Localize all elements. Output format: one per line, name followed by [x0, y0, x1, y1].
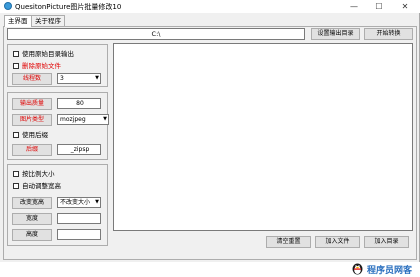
chevron-down-icon: ▼	[95, 199, 99, 205]
minimize-icon[interactable]: —	[343, 0, 365, 13]
use-original-dir-checkbox[interactable]	[13, 51, 19, 57]
file-list[interactable]	[113, 43, 413, 231]
set-output-dir-button[interactable]: 设置输出目录	[311, 28, 360, 40]
width-button[interactable]: 宽度	[12, 213, 52, 225]
height-input[interactable]	[57, 229, 101, 240]
suffix-input[interactable]: _zipsp	[57, 144, 101, 155]
change-wh-select[interactable]: 不改变大小 ▼	[57, 197, 101, 208]
auto-adjust-label: 自动调整宽高	[22, 182, 61, 190]
output-options-group: 使用原始目录输出 删除原始文件 线程数 3 ▼	[7, 44, 108, 87]
output-quality-button[interactable]: 输出质量	[12, 98, 52, 110]
maximize-icon[interactable]: ☐	[368, 0, 390, 13]
use-suffix-label: 使用后缀	[22, 131, 48, 139]
image-type-select[interactable]: mozjpeg ▼	[57, 114, 109, 125]
watermark-text: 程序员网客	[367, 266, 413, 276]
penguin-icon	[352, 263, 363, 275]
quality-options-group: 输出质量 80 图片类型 mozjpeg ▼ 使用后缀 后缀 _zipsp	[7, 92, 109, 160]
change-wh-value: 不改变大小	[60, 199, 91, 206]
scale-size-label: 按比例大小	[22, 170, 55, 178]
image-type-button[interactable]: 图片类型	[12, 114, 52, 126]
start-convert-button[interactable]: 开始转换	[364, 28, 413, 40]
add-dir-button[interactable]: 加入目录	[364, 236, 409, 248]
output-dir-field[interactable]: C:\	[7, 28, 305, 40]
delete-original-checkbox[interactable]	[13, 63, 19, 69]
window-title: QuesitonPicture图片批量修改10	[15, 3, 122, 11]
clear-reset-button[interactable]: 清空重置	[266, 236, 311, 248]
main-window: QuesitonPicture图片批量修改10 — ☐ ✕ 主界面 关于程序 C…	[0, 0, 420, 262]
size-options-group: 按比例大小 自动调整宽高 改变宽高 不改变大小 ▼ 宽度 高度	[7, 164, 108, 246]
tab-main[interactable]: 主界面	[4, 15, 32, 27]
chevron-down-icon: ▼	[95, 75, 99, 81]
title-bar: QuesitonPicture图片批量修改10 — ☐ ✕	[0, 0, 420, 13]
chevron-down-icon: ▼	[103, 116, 107, 122]
image-type-value: mozjpeg	[60, 116, 86, 123]
app-icon	[4, 2, 12, 10]
suffix-button[interactable]: 后缀	[12, 144, 52, 156]
add-file-button[interactable]: 加入文件	[315, 236, 360, 248]
auto-adjust-checkbox[interactable]	[13, 183, 19, 189]
watermark: 程序员网客	[351, 261, 417, 276]
change-wh-button[interactable]: 改变宽高	[12, 197, 52, 209]
output-quality-input[interactable]: 80	[57, 98, 101, 109]
width-input[interactable]	[57, 213, 101, 224]
scale-size-checkbox[interactable]	[13, 171, 19, 177]
thread-count-value: 3	[60, 75, 64, 82]
close-icon[interactable]: ✕	[394, 0, 416, 13]
thread-count-select[interactable]: 3 ▼	[57, 73, 101, 84]
thread-count-button[interactable]: 线程数	[12, 73, 52, 85]
height-button[interactable]: 高度	[12, 229, 52, 241]
delete-original-label: 删除原始文件	[22, 62, 61, 70]
use-original-dir-label: 使用原始目录输出	[22, 50, 74, 58]
tab-about[interactable]: 关于程序	[31, 15, 65, 26]
use-suffix-checkbox[interactable]	[13, 132, 19, 138]
